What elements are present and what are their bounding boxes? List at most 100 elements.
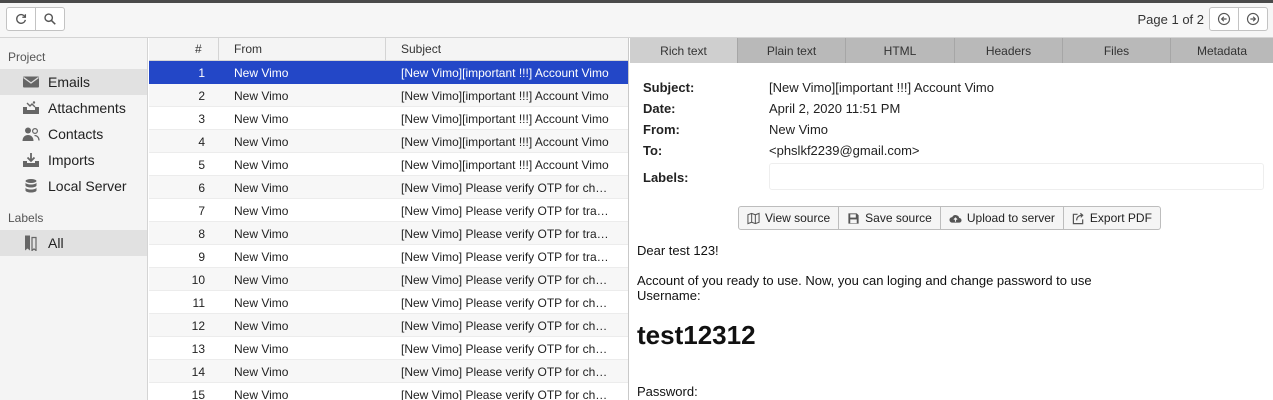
from-label: From: — [643, 122, 680, 137]
row-from: New Vimo — [234, 319, 289, 333]
refresh-icon — [16, 13, 27, 24]
sidebar-item-attachments[interactable]: Attachments — [0, 95, 147, 121]
row-subject: [New Vimo][important !!!] Account Vimo — [401, 158, 609, 172]
sidebar-item-label: Emails — [48, 74, 91, 90]
tab-html[interactable]: HTML — [846, 38, 955, 63]
export-pdf-label: Export PDF — [1089, 211, 1152, 225]
sidebar-item-label: Attachments — [48, 100, 126, 116]
list-header: # From Subject — [149, 38, 628, 61]
view-tabs: Rich text Plain text HTML Headers Files … — [630, 38, 1273, 63]
row-subject: [New Vimo][important !!!] Account Vimo — [401, 89, 609, 103]
table-row[interactable]: 1 New Vimo [New Vimo][important !!!] Accou… — [149, 61, 628, 84]
from-value: New Vimo — [769, 122, 829, 137]
row-number: 11 — [192, 296, 205, 310]
arrow-left-circle-icon — [1217, 12, 1231, 26]
table-row[interactable]: 11 New Vimo [New Vimo] Please verify OTP f… — [149, 291, 628, 314]
row-subject: [New Vimo][important !!!] Account Vimo — [401, 66, 609, 80]
row-number: 13 — [191, 342, 205, 356]
row-subject: [New Vimo] Please verify OTP for ch… — [401, 365, 608, 379]
table-row[interactable]: 6 New Vimo [New Vimo] Please verify OTP fo… — [149, 176, 628, 199]
view-source-button[interactable]: View source — [739, 207, 840, 229]
row-number: 9 — [198, 250, 205, 264]
row-from: New Vimo — [234, 227, 289, 241]
row-number: 15 — [191, 388, 205, 400]
row-number: 2 — [198, 89, 205, 103]
table-row[interactable]: 10 New Vimo [New Vimo] Please verify OTP f… — [149, 268, 628, 291]
row-subject: [New Vimo] Please verify OTP for ch… — [401, 319, 608, 333]
tab-headers[interactable]: Headers — [955, 38, 1063, 63]
column-header-number[interactable]: # — [195, 42, 202, 56]
email-list: # From Subject 1 New Vimo [New Vimo][impor… — [149, 38, 629, 400]
row-subject: [New Vimo][important !!!] Account Vimo — [401, 112, 609, 126]
date-value: April 2, 2020 11:51 PM — [769, 101, 901, 116]
row-number: 12 — [191, 319, 205, 333]
row-number: 6 — [198, 181, 205, 195]
sidebar-heading-labels: Labels — [8, 211, 44, 225]
labels-input[interactable] — [769, 163, 1264, 190]
email-body-line: Account of you ready to use. Now, you ca… — [637, 273, 1092, 288]
table-row[interactable]: 13 New Vimo [New Vimo] Please verify OTP f… — [149, 337, 628, 360]
row-number: 4 — [198, 135, 205, 149]
row-subject: [New Vimo] Please verify OTP for tra… — [401, 250, 609, 264]
sidebar-item-local-server[interactable]: Local Server — [0, 173, 147, 199]
row-number: 7 — [198, 204, 205, 218]
row-subject: [New Vimo] Please verify OTP for ch… — [401, 296, 608, 310]
row-number: 10 — [191, 273, 205, 287]
table-row[interactable]: 2 New Vimo [New Vimo][important !!!] Accou… — [149, 84, 628, 107]
row-from: New Vimo — [234, 342, 289, 356]
username-value: test12312 — [637, 320, 756, 350]
sidebar-item-emails[interactable]: Emails — [0, 69, 147, 95]
message-actions: View source Save source Upload to server… — [738, 206, 1161, 230]
list-rows: 1 New Vimo [New Vimo][important !!!] Accou… — [149, 61, 628, 400]
sidebar-item-contacts[interactable]: Contacts — [0, 121, 147, 147]
save-icon — [848, 212, 859, 224]
tab-metadata[interactable]: Metadata — [1171, 38, 1273, 63]
tab-plain-text[interactable]: Plain text — [738, 38, 846, 63]
next-page-button[interactable] — [1238, 7, 1268, 31]
table-row[interactable]: 3 New Vimo [New Vimo][important !!!] Accou… — [149, 107, 628, 130]
export-icon — [1072, 212, 1084, 224]
table-row[interactable]: 8 New Vimo [New Vimo] Please verify OTP fo… — [149, 222, 628, 245]
view-source-label: View source — [765, 211, 831, 225]
row-from: New Vimo — [234, 158, 289, 172]
row-from: New Vimo — [234, 89, 289, 103]
sidebar-heading-project: Project — [8, 50, 46, 64]
table-row[interactable]: 5 New Vimo [New Vimo][important !!!] Accou… — [149, 153, 628, 176]
upload-to-server-button[interactable]: Upload to server — [941, 207, 1064, 229]
row-from: New Vimo — [234, 112, 289, 126]
import-icon — [23, 153, 39, 167]
table-row[interactable]: 4 New Vimo [New Vimo][important !!!] Accou… — [149, 130, 628, 153]
column-header-from[interactable]: From — [234, 42, 262, 56]
table-row[interactable]: 12 New Vimo [New Vimo] Please verify OTP f… — [149, 314, 628, 337]
export-pdf-button[interactable]: Export PDF — [1064, 207, 1160, 229]
table-row[interactable]: 7 New Vimo [New Vimo] Please verify OTP fo… — [149, 199, 628, 222]
search-button[interactable] — [35, 7, 65, 31]
tab-files[interactable]: Files — [1063, 38, 1171, 63]
row-subject: [New Vimo] Please verify OTP for ch… — [401, 181, 608, 195]
to-value: <phslkf2239@gmail.com> — [769, 143, 920, 158]
envelope-icon — [23, 76, 39, 88]
table-row[interactable]: 15 New Vimo [New Vimo] Please verify OTP f… — [149, 383, 628, 400]
table-row[interactable]: 9 New Vimo [New Vimo] Please verify OTP fo… — [149, 245, 628, 268]
row-subject: [New Vimo] Please verify OTP for ch… — [401, 388, 608, 400]
save-source-button[interactable]: Save source — [839, 207, 941, 229]
column-divider — [218, 38, 219, 61]
sidebar-item-imports[interactable]: Imports — [0, 147, 147, 173]
row-number: 8 — [198, 227, 205, 241]
labels-label: Labels: — [643, 170, 689, 185]
row-from: New Vimo — [234, 135, 289, 149]
row-subject: [New Vimo] Please verify OTP for ch… — [401, 273, 608, 287]
sidebar-item-all[interactable]: All — [0, 230, 147, 256]
refresh-button[interactable] — [6, 7, 36, 31]
subject-label: Subject: — [643, 80, 695, 95]
database-icon — [25, 179, 37, 193]
table-row[interactable]: 14 New Vimo [New Vimo] Please verify OTP f… — [149, 360, 628, 383]
row-number: 1 — [198, 66, 205, 80]
row-subject: [New Vimo] Please verify OTP for tra… — [401, 204, 609, 218]
image-tray-icon — [23, 101, 39, 114]
tab-rich-text[interactable]: Rich text — [630, 38, 738, 63]
upload-to-server-label: Upload to server — [966, 211, 1055, 225]
page-indicator: Page 1 of 2 — [1137, 12, 1205, 27]
previous-page-button[interactable] — [1209, 7, 1239, 31]
column-header-subject[interactable]: Subject — [401, 42, 441, 56]
